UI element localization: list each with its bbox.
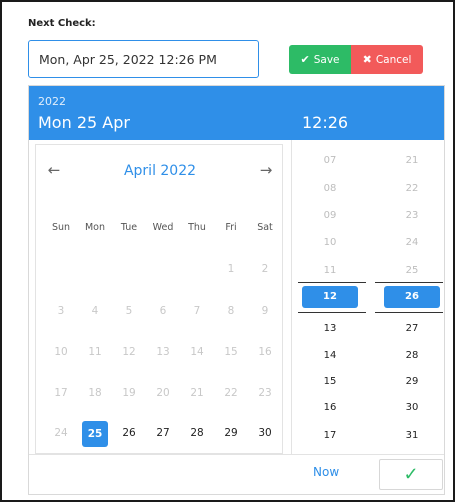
calendar-day[interactable]: 29: [214, 427, 248, 439]
weekday-header: Sun: [51, 222, 71, 233]
calendar-day[interactable]: 27: [146, 427, 180, 439]
hour-column: 07 08 09 10 11 12 13 14 15 16 17: [291, 140, 369, 454]
weekday-header: Mon: [84, 222, 106, 233]
selection-divider: [375, 282, 443, 283]
hour-option[interactable]: 17: [302, 427, 358, 445]
save-button-label: Save: [313, 53, 340, 66]
calendar-day: 23: [258, 387, 272, 399]
now-button[interactable]: Now: [313, 465, 339, 479]
minute-option[interactable]: 25: [384, 262, 440, 280]
minute-option[interactable]: 30: [384, 399, 440, 417]
date-time-input[interactable]: [28, 40, 259, 78]
hour-option[interactable]: 11: [302, 262, 358, 280]
minute-option[interactable]: 27: [384, 320, 440, 338]
minute-option[interactable]: 29: [384, 373, 440, 391]
header-date[interactable]: Mon 25 Apr: [38, 113, 130, 132]
weekday-header: Thu: [188, 222, 206, 233]
calendar-day: 18: [88, 387, 102, 399]
confirm-button[interactable]: ✓: [379, 459, 443, 490]
calendar-day: 13: [156, 346, 170, 358]
picker-footer: Now ✓: [29, 454, 444, 494]
next-month-arrow-icon[interactable]: →: [256, 161, 276, 179]
minute-option[interactable]: 22: [384, 180, 440, 198]
weekday-header: Wed: [152, 222, 174, 233]
weekday-header: Tue: [120, 222, 138, 233]
hour-option[interactable]: 16: [302, 399, 358, 417]
close-icon: ✖: [362, 53, 372, 66]
calendar-day: 4: [91, 305, 99, 317]
calendar-day[interactable]: 28: [180, 427, 214, 439]
hour-option[interactable]: 13: [302, 320, 358, 338]
minute-column: 21 22 23 24 25 26 27 28 29 30 31: [369, 140, 444, 454]
minute-option[interactable]: 28: [384, 347, 440, 365]
hour-option[interactable]: 10: [302, 234, 358, 252]
next-check-label: Next Check:: [28, 18, 96, 29]
calendar-day: 19: [122, 387, 136, 399]
calendar-day: 6: [159, 305, 167, 317]
calendar-day: 24: [54, 427, 68, 439]
calendar-day: 22: [224, 387, 238, 399]
check-icon: ✔: [300, 53, 310, 66]
selection-divider: [298, 282, 366, 283]
calendar-day: 14: [190, 346, 204, 358]
cancel-button[interactable]: ✖ Cancel: [351, 45, 423, 74]
hour-option[interactable]: 14: [302, 347, 358, 365]
picker-header: 2022 Mon 25 Apr 12:26: [29, 86, 444, 140]
month-title[interactable]: April 2022: [76, 163, 244, 179]
hour-option[interactable]: 15: [302, 373, 358, 391]
calendar-day: 15: [224, 346, 238, 358]
date-time-picker: 2022 Mon 25 Apr 12:26 ← April 2022 → Sun…: [28, 85, 445, 495]
calendar-day: 2: [261, 263, 269, 275]
calendar-day: 1: [227, 263, 235, 275]
weekday-header: Fri: [225, 222, 237, 233]
calendar-panel: ← April 2022 → Sun Mon Tue Wed Thu Fri Sat 1 2 3 4…: [35, 144, 283, 454]
prev-month-arrow-icon[interactable]: ←: [44, 161, 64, 179]
calendar-day[interactable]: 26: [112, 427, 146, 439]
calendar-day: 7: [193, 305, 201, 317]
window-frame: Next Check: ✔ Save ✖ Cancel 2022 Mon 25 …: [0, 0, 455, 502]
weekday-header: Sat: [257, 222, 273, 233]
calendar-day: 20: [156, 387, 170, 399]
calendar-day: 9: [261, 305, 269, 317]
minute-option[interactable]: 23: [384, 207, 440, 225]
minute-selected[interactable]: 26: [384, 286, 440, 308]
hour-option[interactable]: 08: [302, 180, 358, 198]
minute-option[interactable]: 21: [384, 152, 440, 170]
cancel-button-label: Cancel: [375, 53, 412, 66]
hour-selected[interactable]: 12: [302, 286, 358, 308]
calendar-day: 5: [125, 305, 133, 317]
calendar-day[interactable]: 30: [248, 427, 282, 439]
hour-option[interactable]: 07: [302, 152, 358, 170]
calendar-day: 8: [227, 305, 235, 317]
hour-option[interactable]: 09: [302, 207, 358, 225]
checkmark-icon: ✓: [403, 464, 419, 484]
calendar-day-selected[interactable]: 25: [82, 421, 108, 447]
save-button[interactable]: ✔ Save: [289, 45, 351, 74]
selection-divider: [375, 312, 443, 313]
header-time[interactable]: 12:26: [302, 113, 348, 132]
calendar-day: 10: [54, 346, 68, 358]
selection-divider: [298, 312, 366, 313]
calendar-day: 21: [190, 387, 204, 399]
minute-option[interactable]: 24: [384, 234, 440, 252]
calendar-day: 16: [258, 346, 272, 358]
calendar-day: 12: [122, 346, 136, 358]
calendar-day: 17: [54, 387, 68, 399]
minute-option[interactable]: 31: [384, 427, 440, 445]
calendar-day: 3: [57, 305, 65, 317]
header-year[interactable]: 2022: [38, 95, 66, 108]
calendar-day: 11: [88, 346, 102, 358]
